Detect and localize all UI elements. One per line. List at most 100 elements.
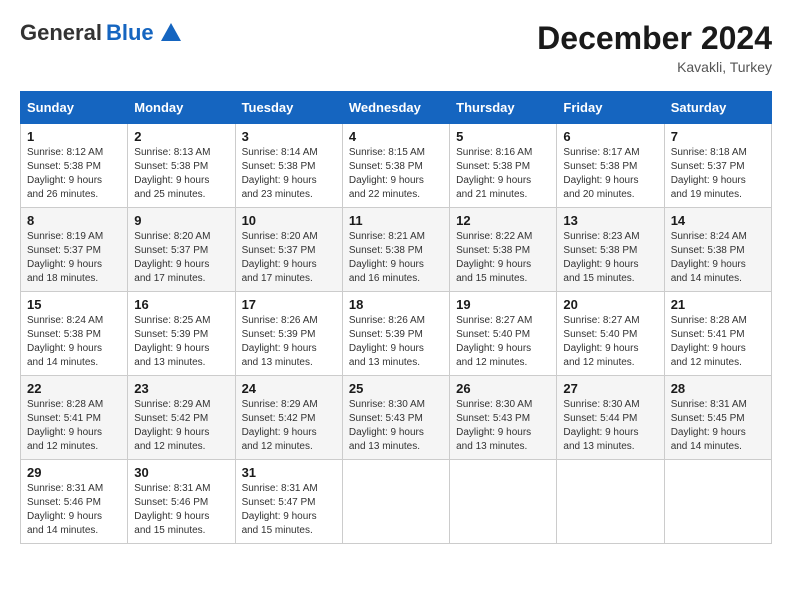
sunset-label: Sunset: 5:38 PM (134, 161, 208, 172)
calendar-cell (450, 460, 557, 544)
calendar-cell: 27 Sunrise: 8:30 AM Sunset: 5:44 PM Dayl… (557, 376, 664, 460)
calendar-cell: 15 Sunrise: 8:24 AM Sunset: 5:38 PM Dayl… (21, 292, 128, 376)
day-info: Sunrise: 8:30 AM Sunset: 5:43 PM Dayligh… (456, 398, 550, 454)
sunset-label: Sunset: 5:44 PM (563, 413, 637, 424)
calendar-cell: 14 Sunrise: 8:24 AM Sunset: 5:38 PM Dayl… (664, 208, 771, 292)
day-info: Sunrise: 8:26 AM Sunset: 5:39 PM Dayligh… (242, 314, 336, 370)
day-info: Sunrise: 8:23 AM Sunset: 5:38 PM Dayligh… (563, 230, 657, 286)
weekday-header-row: Sunday Monday Tuesday Wednesday Thursday… (21, 92, 772, 124)
day-number: 1 (27, 129, 121, 144)
day-number: 3 (242, 129, 336, 144)
sunset-label: Sunset: 5:37 PM (27, 245, 101, 256)
day-info: Sunrise: 8:19 AM Sunset: 5:37 PM Dayligh… (27, 230, 121, 286)
calendar-cell: 18 Sunrise: 8:26 AM Sunset: 5:39 PM Dayl… (342, 292, 449, 376)
week-row-4: 22 Sunrise: 8:28 AM Sunset: 5:41 PM Dayl… (21, 376, 772, 460)
day-info: Sunrise: 8:12 AM Sunset: 5:38 PM Dayligh… (27, 146, 121, 202)
sunset-label: Sunset: 5:39 PM (134, 329, 208, 340)
calendar-cell (557, 460, 664, 544)
day-number: 10 (242, 213, 336, 228)
logo-blue: Blue (106, 20, 154, 46)
calendar-cell: 2 Sunrise: 8:13 AM Sunset: 5:38 PM Dayli… (128, 124, 235, 208)
daylight-label: Daylight: 9 hours and 12 minutes. (27, 427, 102, 452)
sunset-label: Sunset: 5:38 PM (349, 161, 423, 172)
day-info: Sunrise: 8:24 AM Sunset: 5:38 PM Dayligh… (671, 230, 765, 286)
day-info: Sunrise: 8:13 AM Sunset: 5:38 PM Dayligh… (134, 146, 228, 202)
sunrise-label: Sunrise: 8:28 AM (27, 399, 103, 410)
day-info: Sunrise: 8:28 AM Sunset: 5:41 PM Dayligh… (27, 398, 121, 454)
sunset-label: Sunset: 5:38 PM (242, 161, 316, 172)
daylight-label: Daylight: 9 hours and 13 minutes. (456, 427, 531, 452)
day-number: 21 (671, 297, 765, 312)
calendar-cell: 3 Sunrise: 8:14 AM Sunset: 5:38 PM Dayli… (235, 124, 342, 208)
location-label: Kavakli, Turkey (537, 59, 772, 75)
sunset-label: Sunset: 5:38 PM (27, 329, 101, 340)
day-info: Sunrise: 8:20 AM Sunset: 5:37 PM Dayligh… (242, 230, 336, 286)
daylight-label: Daylight: 9 hours and 15 minutes. (563, 259, 638, 284)
sunset-label: Sunset: 5:45 PM (671, 413, 745, 424)
daylight-label: Daylight: 9 hours and 13 minutes. (349, 343, 424, 368)
calendar-cell: 8 Sunrise: 8:19 AM Sunset: 5:37 PM Dayli… (21, 208, 128, 292)
daylight-label: Daylight: 9 hours and 20 minutes. (563, 175, 638, 200)
daylight-label: Daylight: 9 hours and 14 minutes. (671, 427, 746, 452)
header-monday: Monday (128, 92, 235, 124)
calendar-cell: 23 Sunrise: 8:29 AM Sunset: 5:42 PM Dayl… (128, 376, 235, 460)
day-number: 22 (27, 381, 121, 396)
sunrise-label: Sunrise: 8:22 AM (456, 231, 532, 242)
sunrise-label: Sunrise: 8:28 AM (671, 315, 747, 326)
calendar-cell: 21 Sunrise: 8:28 AM Sunset: 5:41 PM Dayl… (664, 292, 771, 376)
day-info: Sunrise: 8:16 AM Sunset: 5:38 PM Dayligh… (456, 146, 550, 202)
sunrise-label: Sunrise: 8:30 AM (456, 399, 532, 410)
day-info: Sunrise: 8:31 AM Sunset: 5:45 PM Dayligh… (671, 398, 765, 454)
week-row-1: 1 Sunrise: 8:12 AM Sunset: 5:38 PM Dayli… (21, 124, 772, 208)
day-number: 24 (242, 381, 336, 396)
day-number: 28 (671, 381, 765, 396)
daylight-label: Daylight: 9 hours and 22 minutes. (349, 175, 424, 200)
day-info: Sunrise: 8:30 AM Sunset: 5:43 PM Dayligh… (349, 398, 443, 454)
daylight-label: Daylight: 9 hours and 13 minutes. (242, 343, 317, 368)
sunrise-label: Sunrise: 8:31 AM (27, 483, 103, 494)
day-number: 6 (563, 129, 657, 144)
calendar-cell: 11 Sunrise: 8:21 AM Sunset: 5:38 PM Dayl… (342, 208, 449, 292)
logo-triangle-icon (161, 23, 181, 41)
week-row-5: 29 Sunrise: 8:31 AM Sunset: 5:46 PM Dayl… (21, 460, 772, 544)
daylight-label: Daylight: 9 hours and 12 minutes. (134, 427, 209, 452)
sunset-label: Sunset: 5:41 PM (671, 329, 745, 340)
sunrise-label: Sunrise: 8:21 AM (349, 231, 425, 242)
day-number: 27 (563, 381, 657, 396)
sunrise-label: Sunrise: 8:19 AM (27, 231, 103, 242)
calendar-cell: 10 Sunrise: 8:20 AM Sunset: 5:37 PM Dayl… (235, 208, 342, 292)
sunrise-label: Sunrise: 8:26 AM (242, 315, 318, 326)
calendar-cell: 30 Sunrise: 8:31 AM Sunset: 5:46 PM Dayl… (128, 460, 235, 544)
day-info: Sunrise: 8:29 AM Sunset: 5:42 PM Dayligh… (242, 398, 336, 454)
day-number: 7 (671, 129, 765, 144)
day-number: 30 (134, 465, 228, 480)
sunset-label: Sunset: 5:43 PM (456, 413, 530, 424)
day-number: 11 (349, 213, 443, 228)
daylight-label: Daylight: 9 hours and 14 minutes. (671, 259, 746, 284)
sunrise-label: Sunrise: 8:27 AM (456, 315, 532, 326)
calendar-cell: 25 Sunrise: 8:30 AM Sunset: 5:43 PM Dayl… (342, 376, 449, 460)
daylight-label: Daylight: 9 hours and 23 minutes. (242, 175, 317, 200)
header-friday: Friday (557, 92, 664, 124)
sunset-label: Sunset: 5:43 PM (349, 413, 423, 424)
sunrise-label: Sunrise: 8:13 AM (134, 147, 210, 158)
calendar-cell: 7 Sunrise: 8:18 AM Sunset: 5:37 PM Dayli… (664, 124, 771, 208)
day-info: Sunrise: 8:30 AM Sunset: 5:44 PM Dayligh… (563, 398, 657, 454)
day-number: 15 (27, 297, 121, 312)
daylight-label: Daylight: 9 hours and 13 minutes. (134, 343, 209, 368)
day-number: 18 (349, 297, 443, 312)
daylight-label: Daylight: 9 hours and 15 minutes. (242, 511, 317, 536)
sunrise-label: Sunrise: 8:29 AM (134, 399, 210, 410)
day-info: Sunrise: 8:26 AM Sunset: 5:39 PM Dayligh… (349, 314, 443, 370)
day-number: 5 (456, 129, 550, 144)
daylight-label: Daylight: 9 hours and 25 minutes. (134, 175, 209, 200)
daylight-label: Daylight: 9 hours and 14 minutes. (27, 511, 102, 536)
sunrise-label: Sunrise: 8:31 AM (242, 483, 318, 494)
calendar-cell: 13 Sunrise: 8:23 AM Sunset: 5:38 PM Dayl… (557, 208, 664, 292)
sunrise-label: Sunrise: 8:18 AM (671, 147, 747, 158)
calendar-cell: 4 Sunrise: 8:15 AM Sunset: 5:38 PM Dayli… (342, 124, 449, 208)
sunrise-label: Sunrise: 8:30 AM (563, 399, 639, 410)
sunrise-label: Sunrise: 8:27 AM (563, 315, 639, 326)
sunset-label: Sunset: 5:47 PM (242, 497, 316, 508)
calendar-cell: 1 Sunrise: 8:12 AM Sunset: 5:38 PM Dayli… (21, 124, 128, 208)
